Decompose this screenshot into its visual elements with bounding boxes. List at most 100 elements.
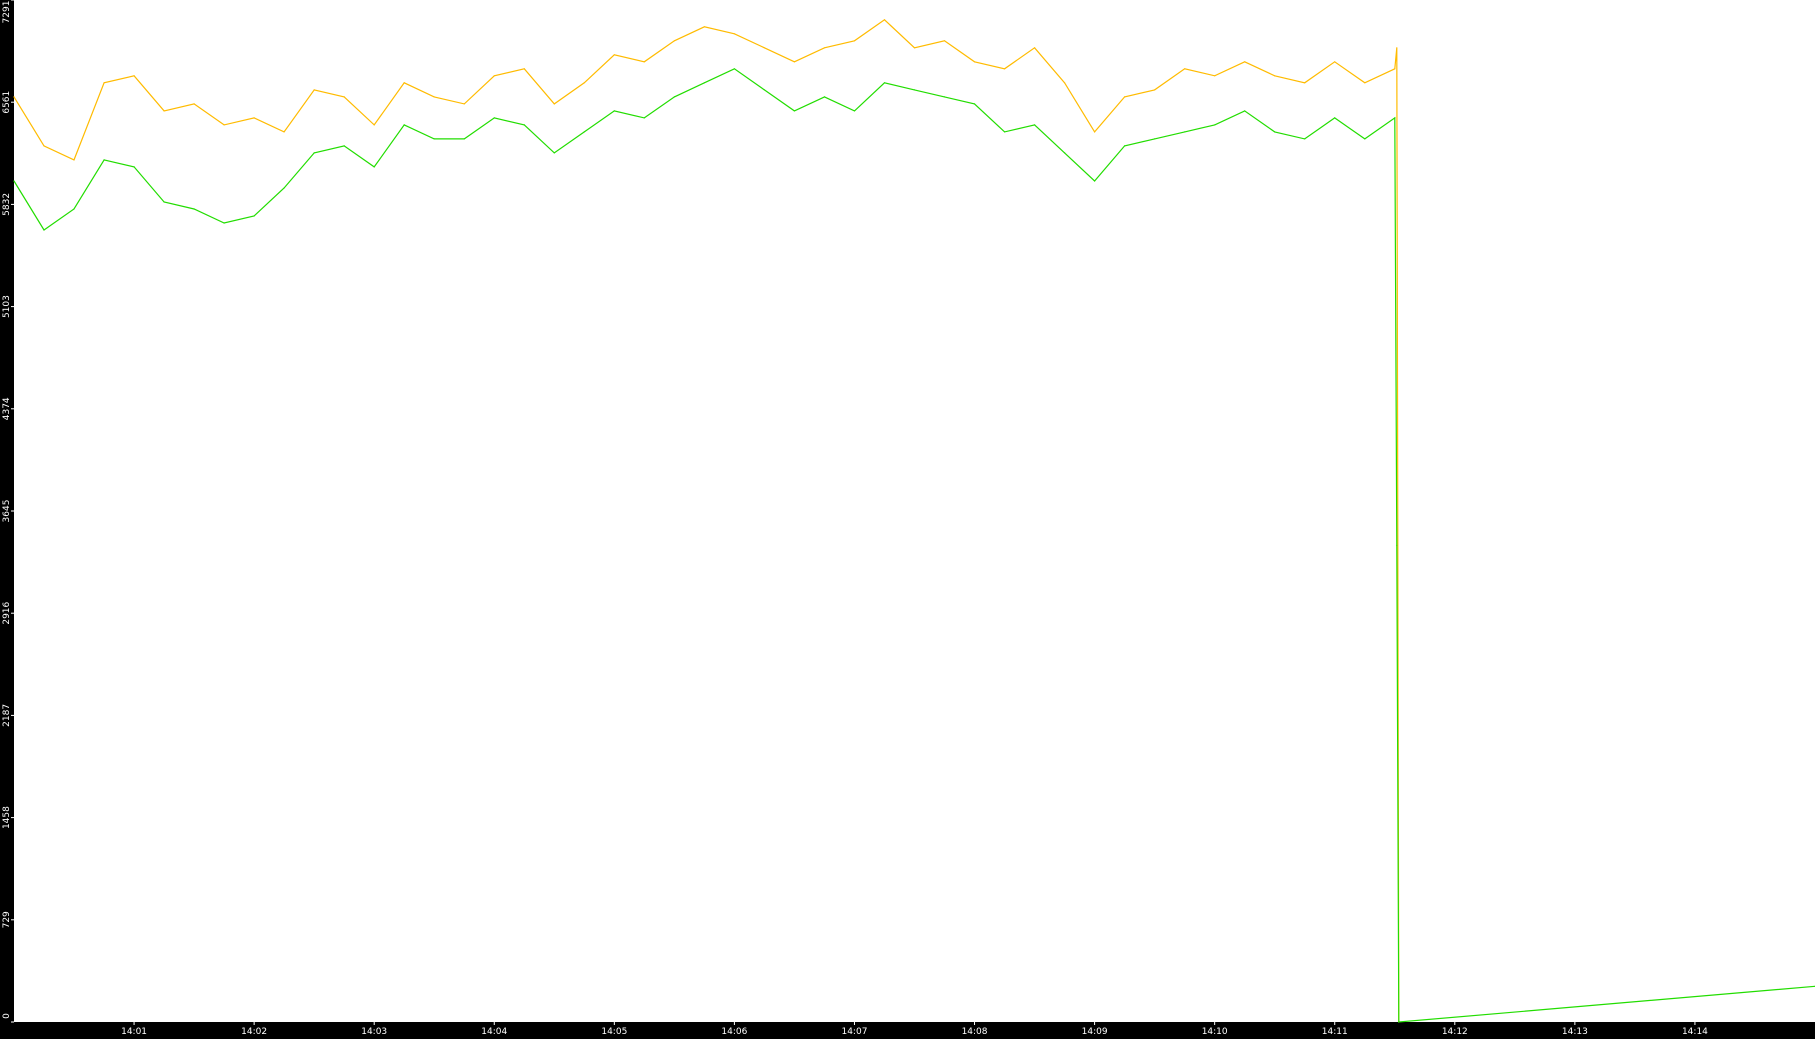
- y-tick-label: 2187: [2, 704, 12, 727]
- series-1-point: [163, 110, 165, 112]
- x-tick-label: 14:05: [601, 1027, 627, 1037]
- series-1-point: [193, 103, 195, 105]
- series-1-point: [853, 40, 856, 42]
- series-2-point: [73, 208, 75, 210]
- series-1-point: [253, 117, 255, 119]
- series-1-point: [223, 124, 225, 126]
- series-1-point: [433, 96, 435, 98]
- series-2-point: [823, 96, 826, 98]
- line-chart: 0 729 1458 2187 2916 3645 4374 5103 5832 6561 7291…: [0, 0, 1815, 1039]
- x-tick-label: 14:12: [1442, 1027, 1468, 1037]
- x-tick-label: 14:14: [1682, 1027, 1708, 1037]
- series-2-point: [193, 208, 195, 210]
- series-2-point: [583, 131, 585, 133]
- y-tick-label: 5103: [2, 295, 12, 318]
- series-2-point: [1214, 124, 1216, 126]
- series-2-point: [13, 180, 15, 182]
- series-1-point: [463, 103, 465, 105]
- x-tick-label: 14:06: [721, 1027, 747, 1037]
- y-tick-label: 6561: [2, 91, 12, 114]
- series-2-point: [1154, 138, 1156, 140]
- series-1-point: [523, 68, 525, 70]
- y-tick-label: 3645: [2, 500, 12, 523]
- series-1-point: [1244, 61, 1246, 63]
- y-tick-label: 729: [2, 911, 12, 928]
- series-2-point: [943, 96, 946, 98]
- series-2-point: [553, 152, 555, 154]
- series-2-point: [493, 117, 495, 119]
- series-1-point: [883, 19, 886, 21]
- series-2-point: [673, 96, 676, 98]
- x-tick-label: 14:02: [241, 1027, 267, 1037]
- series-2-point: [1334, 117, 1336, 119]
- series-1-point: [973, 61, 976, 63]
- x-tick-label: 14:09: [1082, 1027, 1108, 1037]
- series-2-point: [853, 110, 856, 112]
- series-1-point: [313, 89, 315, 91]
- series-1-point: [583, 82, 585, 84]
- series-1-point: [1214, 75, 1216, 77]
- series-2-point: [1394, 117, 1396, 119]
- series-1-point: [373, 124, 375, 126]
- series-2-point: [1396, 544, 1398, 547]
- series-2-point: [1064, 152, 1066, 154]
- y-tick-label: 2916: [2, 601, 12, 624]
- series-2-point: [403, 124, 405, 126]
- series-2-point: [283, 187, 285, 189]
- series-1-point: [1364, 82, 1366, 84]
- series-2-point: [973, 103, 976, 105]
- series-2-point: [463, 138, 465, 140]
- series-2-point: [163, 201, 165, 203]
- series-2-point: [43, 229, 45, 231]
- series-1-point: [1334, 61, 1336, 63]
- series-1-point: [1124, 96, 1126, 98]
- series-2-point: [913, 89, 916, 91]
- series-1-point: [553, 103, 555, 105]
- x-tick-label: 14:01: [121, 1027, 147, 1037]
- series-2-point: [1004, 131, 1006, 133]
- plot-background: [0, 0, 1815, 1039]
- series-2-point: [1304, 138, 1306, 140]
- series-1-point: [1094, 131, 1096, 133]
- series-2-point: [253, 215, 255, 217]
- series-2-point: [793, 110, 796, 112]
- series-2-point: [763, 89, 766, 91]
- series-2-point: [373, 166, 375, 168]
- series-2-point: [313, 152, 315, 154]
- series-1-point: [13, 96, 15, 98]
- series-1-point: [103, 82, 105, 84]
- series-2-point: [133, 166, 135, 168]
- series-1-point: [493, 75, 495, 77]
- series-2-point: [1094, 180, 1096, 182]
- series-2-point: [343, 145, 345, 147]
- y-tick-label: 1458: [2, 806, 12, 829]
- series-1-point: [823, 47, 826, 49]
- series-2-point: [1398, 1021, 1400, 1023]
- series-1-point: [1004, 68, 1006, 70]
- y-tick-label: 4374: [2, 397, 12, 420]
- series-1-point: [673, 40, 676, 42]
- series-1-point: [1304, 82, 1306, 84]
- series-2-point: [523, 124, 525, 126]
- series-2-point: [1274, 131, 1276, 133]
- x-axis-band: [0, 1022, 1815, 1039]
- series-1-point: [943, 40, 946, 42]
- series-1-point: [613, 54, 615, 56]
- series-2-point: [883, 82, 886, 84]
- series-1-point: [643, 61, 645, 63]
- series-1-point: [283, 131, 285, 133]
- x-tick-label: 14:10: [1202, 1027, 1228, 1037]
- series-1-point: [343, 96, 345, 98]
- series-1-point: [403, 82, 405, 84]
- x-tick-label: 14:03: [361, 1027, 387, 1037]
- series-1-point: [793, 61, 796, 63]
- series-2-point: [643, 117, 645, 119]
- series-2-point: [1124, 145, 1126, 147]
- series-1-point: [1274, 75, 1276, 77]
- series-2-point: [613, 110, 615, 112]
- y-tick-label: 0: [2, 1013, 12, 1019]
- y-tick-label: 7291: [2, 1, 12, 24]
- y-tick-label: 5832: [2, 193, 12, 216]
- series-2-point: [1244, 110, 1246, 112]
- series-1-point: [43, 145, 45, 147]
